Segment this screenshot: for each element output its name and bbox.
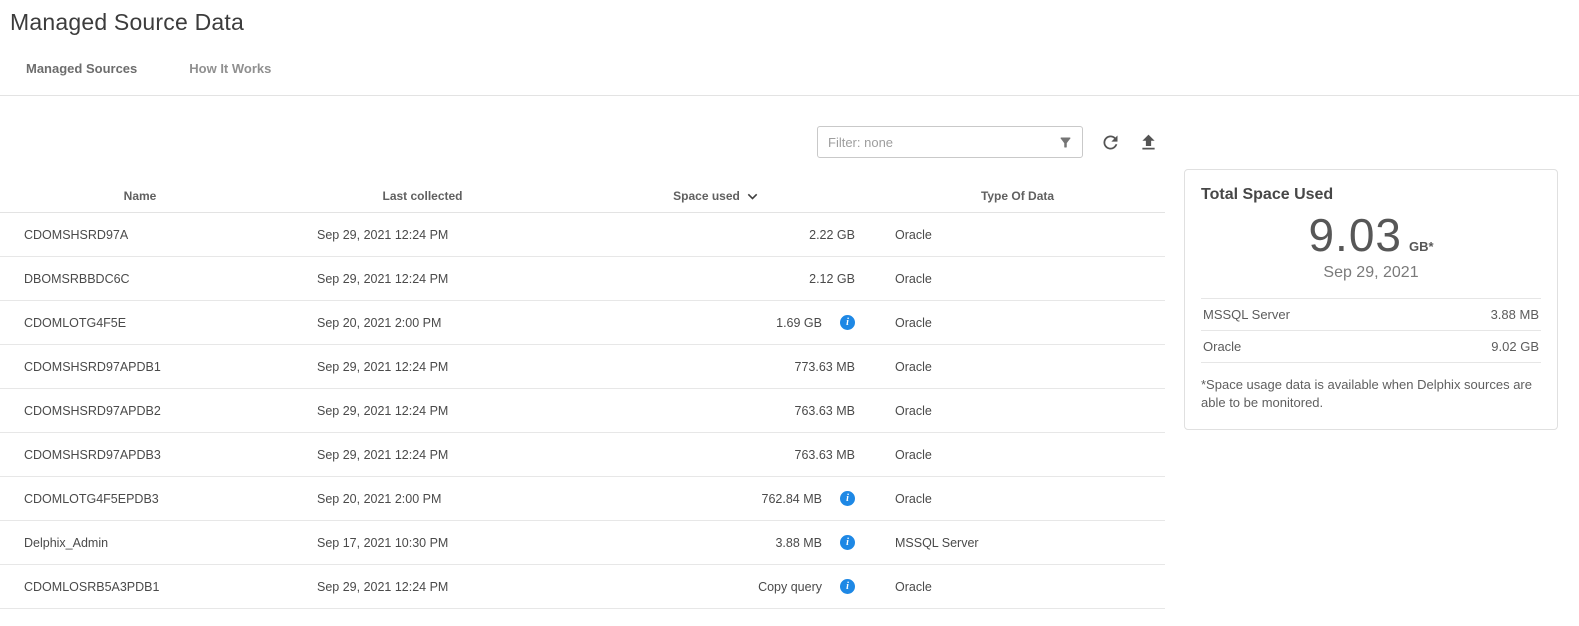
source-name: CDOMSHSRD97APDB2 [0, 404, 280, 418]
space-used-value: 1.69 GB [776, 316, 822, 330]
data-type: Oracle [870, 448, 1165, 462]
summary-panel: Total Space Used 9.03 GB* Sep 29, 2021 MS… [1184, 169, 1558, 430]
last-collected: Sep 20, 2021 2:00 PM [280, 316, 565, 330]
page-title: Managed Source Data [10, 9, 1579, 36]
table-row[interactable]: CDOMSHSRD97APDB3 Sep 29, 2021 12:24 PM 7… [0, 433, 1165, 477]
data-type: Oracle [870, 492, 1165, 506]
breakdown-label: Oracle [1203, 339, 1241, 354]
source-name: DBOMSRBBDC6C [0, 272, 280, 286]
column-header-space-used[interactable]: Space used [565, 187, 870, 206]
table-row[interactable]: CDOMLOSRB5A3PDB1 Sep 29, 2021 12:24 PM C… [0, 565, 1165, 609]
tab-managed-sources[interactable]: Managed Sources [26, 61, 137, 76]
data-type: Oracle [870, 272, 1165, 286]
last-collected: Sep 29, 2021 12:24 PM [280, 580, 565, 594]
total-space-value: 9.03 [1308, 209, 1402, 261]
space-used-cell: 2.12 GB i [565, 272, 870, 286]
total-space-unit: GB* [1409, 239, 1434, 254]
space-used-cell: 3.88 MB i [565, 535, 870, 550]
space-used-value: 773.63 MB [795, 360, 855, 374]
table-row[interactable]: CDOMLOTG4F5E Sep 20, 2021 2:00 PM 1.69 G… [0, 301, 1165, 345]
tab-how-it-works[interactable]: How It Works [189, 61, 271, 76]
last-collected: Sep 29, 2021 12:24 PM [280, 448, 565, 462]
source-name: CDOMSHSRD97A [0, 228, 280, 242]
card-title: Total Space Used [1201, 186, 1541, 204]
space-used-cell: 773.63 MB i [565, 360, 870, 374]
last-collected: Sep 20, 2021 2:00 PM [280, 492, 565, 506]
total-space-date: Sep 29, 2021 [1201, 264, 1541, 282]
total-space: 9.03 GB* [1201, 208, 1541, 262]
filter-box [817, 126, 1083, 158]
data-type: MSSQL Server [870, 536, 1165, 550]
last-collected: Sep 29, 2021 12:24 PM [280, 404, 565, 418]
refresh-icon[interactable] [1100, 132, 1121, 153]
table-toolbar [0, 125, 1165, 159]
space-used-value: 763.63 MB [795, 448, 855, 462]
breakdown-row: Oracle 9.02 GB [1201, 330, 1541, 362]
table-row[interactable]: CDOMLOTG4F5EPDB3 Sep 20, 2021 2:00 PM 76… [0, 477, 1165, 521]
data-type: Oracle [870, 360, 1165, 374]
table-row[interactable]: CDOMSHSRD97APDB1 Sep 29, 2021 12:24 PM 7… [0, 345, 1165, 389]
space-used-value: 2.22 GB [809, 228, 855, 242]
column-header-name[interactable]: Name [0, 189, 280, 203]
last-collected: Sep 17, 2021 10:30 PM [280, 536, 565, 550]
source-name: CDOMSHSRD97APDB1 [0, 360, 280, 374]
source-name: CDOMSHSRD97APDB3 [0, 448, 280, 462]
data-type: Oracle [870, 228, 1165, 242]
content-area: Name Last collected Space used Type Of D… [0, 96, 1579, 609]
table-row[interactable]: CDOMSHSRD97A Sep 29, 2021 12:24 PM 2.22 … [0, 213, 1165, 257]
info-icon[interactable]: i [840, 315, 855, 330]
total-space-card: Total Space Used 9.03 GB* Sep 29, 2021 MS… [1184, 169, 1558, 430]
table-row[interactable]: DBOMSRBBDC6C Sep 29, 2021 12:24 PM 2.12 … [0, 257, 1165, 301]
last-collected: Sep 29, 2021 12:24 PM [280, 360, 565, 374]
source-name: Delphix_Admin [0, 536, 280, 550]
space-used-cell: 2.22 GB i [565, 228, 870, 242]
space-used-value: 3.88 MB [775, 536, 822, 550]
data-type: Oracle [870, 316, 1165, 330]
space-used-cell: 1.69 GB i [565, 315, 870, 330]
data-type: Oracle [870, 404, 1165, 418]
upload-icon[interactable] [1138, 132, 1159, 153]
space-used-value: 2.12 GB [809, 272, 855, 286]
data-type: Oracle [870, 580, 1165, 594]
space-used-cell: 762.84 MB i [565, 491, 870, 506]
column-header-space-used-label: Space used [673, 189, 740, 203]
space-used-cell: 763.63 MB i [565, 448, 870, 462]
footnote: *Space usage data is available when Delp… [1201, 376, 1541, 411]
sort-desc-icon[interactable] [743, 187, 762, 206]
source-name: CDOMLOSRB5A3PDB1 [0, 580, 280, 594]
space-used-cell: 763.63 MB i [565, 404, 870, 418]
info-icon[interactable]: i [840, 579, 855, 594]
space-used-value: Copy query [758, 580, 822, 594]
info-icon[interactable]: i [840, 535, 855, 550]
column-header-last-collected[interactable]: Last collected [280, 189, 565, 203]
tab-bar: Managed Sources How It Works [0, 36, 1579, 96]
table-panel: Name Last collected Space used Type Of D… [0, 96, 1165, 609]
space-used-cell: Copy query i [565, 579, 870, 594]
space-breakdown-list: MSSQL Server 3.88 MB Oracle 9.02 GB [1201, 298, 1541, 363]
column-header-type[interactable]: Type Of Data [870, 189, 1165, 203]
space-used-value: 762.84 MB [762, 492, 822, 506]
filter-input[interactable] [818, 135, 1058, 150]
table-body: CDOMSHSRD97A Sep 29, 2021 12:24 PM 2.22 … [0, 213, 1165, 609]
space-used-value: 763.63 MB [795, 404, 855, 418]
last-collected: Sep 29, 2021 12:24 PM [280, 272, 565, 286]
filter-icon[interactable] [1058, 135, 1082, 150]
breakdown-row: MSSQL Server 3.88 MB [1201, 298, 1541, 330]
table-row[interactable]: CDOMSHSRD97APDB2 Sep 29, 2021 12:24 PM 7… [0, 389, 1165, 433]
table-row[interactable]: Delphix_Admin Sep 17, 2021 10:30 PM 3.88… [0, 521, 1165, 565]
breakdown-value: 3.88 MB [1491, 307, 1539, 322]
breakdown-label: MSSQL Server [1203, 307, 1290, 322]
info-icon[interactable]: i [840, 491, 855, 506]
breakdown-value: 9.02 GB [1491, 339, 1539, 354]
source-name: CDOMLOTG4F5E [0, 316, 280, 330]
source-name: CDOMLOTG4F5EPDB3 [0, 492, 280, 506]
table-header-row: Name Last collected Space used Type Of D… [0, 180, 1165, 213]
last-collected: Sep 29, 2021 12:24 PM [280, 228, 565, 242]
